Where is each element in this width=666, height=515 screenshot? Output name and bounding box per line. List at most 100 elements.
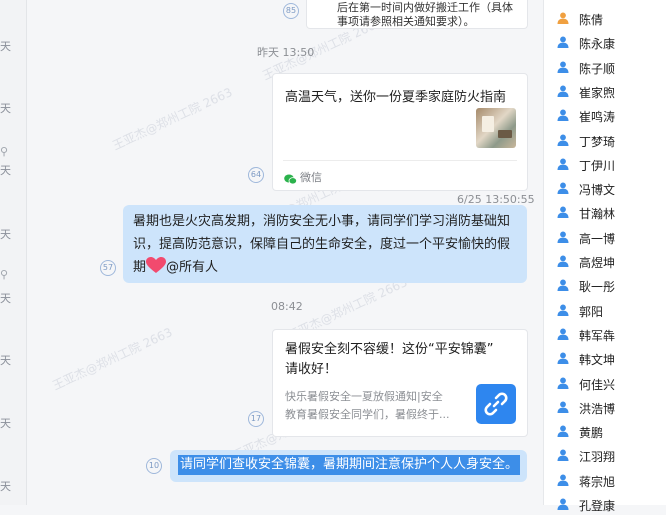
member-name: 孔登康: [579, 499, 616, 513]
card-description: 教育暑假安全同学们，暑假终于...: [285, 408, 450, 421]
user-icon: [557, 498, 569, 510]
member-item[interactable]: 孔登康: [544, 495, 666, 515]
member-name: 韩文坤: [579, 353, 616, 368]
read-count-badge[interactable]: 17: [248, 411, 264, 427]
watermark: 王亚杰@郑州工院 2663: [50, 325, 175, 393]
user-icon: [557, 401, 569, 413]
list-day-label: 天: [0, 292, 11, 305]
chat-panel: 王亚杰@郑州工院 2663 王亚杰@郑州工院 2663 王亚杰@郑州工院 266…: [27, 0, 541, 505]
user-icon: [557, 255, 569, 267]
member-name: 冯博文: [579, 183, 616, 198]
group-member-list: 陈倩陈永康陈子顺崔家煦崔鸣涛丁梦琦丁伊川冯博文甘瀚林高一博高煜坤耿一彤郭阳韩军犇…: [543, 0, 666, 513]
member-name: 高煜坤: [579, 256, 616, 270]
user-icon: [557, 12, 569, 24]
timestamp-divider: 08:42: [271, 300, 303, 313]
user-icon: [557, 449, 569, 462]
member-name: 陈子顺: [579, 61, 616, 76]
member-item[interactable]: 耿一彤: [544, 276, 666, 296]
member-name: 崔家煦: [579, 85, 616, 100]
card-title: 高温天气，送你一份夏季家庭防火指南: [285, 90, 507, 105]
card-source-label: 微信: [300, 171, 322, 184]
member-item[interactable]: 江羽翔: [544, 446, 666, 466]
member-name: 江羽翔: [579, 450, 616, 465]
member-item[interactable]: 陈子顺: [544, 58, 666, 78]
user-icon: [557, 425, 569, 438]
list-day-label: 天: [0, 40, 11, 53]
user-icon: [557, 377, 569, 389]
message-text: 后在第一时间内做好搬迁工作（具体: [337, 1, 513, 14]
read-count-badge[interactable]: 10: [146, 458, 162, 474]
conversation-list-edge: 天 天 ⚲ 天 天 ⚲ 天 天 天 天: [0, 0, 27, 505]
card-title: 请收好！: [285, 362, 338, 377]
member-name: 陈倩: [579, 13, 604, 27]
member-item[interactable]: 高一博: [544, 228, 666, 248]
search-icon: ⚲: [0, 268, 9, 281]
list-day-label: 天: [0, 164, 11, 177]
member-item[interactable]: 冯博文: [544, 179, 666, 199]
user-icon: [557, 231, 569, 243]
member-name: 耿一彤: [579, 280, 616, 295]
member-name: 何佳兴: [579, 377, 616, 392]
read-count-badge[interactable]: 85: [283, 3, 299, 19]
member-item[interactable]: 甘瀚林: [544, 203, 666, 223]
member-item[interactable]: 韩军犇: [544, 325, 666, 345]
user-icon: [557, 109, 569, 122]
user-icon: [557, 134, 569, 146]
read-count-badge[interactable]: 57: [100, 260, 116, 276]
member-item[interactable]: 黄鹏: [544, 422, 666, 442]
member-name: 崔鸣涛: [579, 110, 616, 125]
member-item[interactable]: 郭阳: [544, 301, 666, 321]
user-icon: [557, 206, 569, 219]
member-name: 甘瀚林: [579, 207, 616, 222]
member-item[interactable]: 崔家煦: [544, 82, 666, 102]
user-icon: [557, 158, 569, 170]
member-item[interactable]: 何佳兴: [544, 374, 666, 394]
link-card[interactable]: 暑假安全刻不容缓！这份“平安锦囊” 请收好！ 快乐暑假安全一夏放假通知|安全 教…: [272, 329, 528, 437]
member-item[interactable]: 陈倩: [544, 9, 666, 29]
link-icon: [476, 384, 516, 424]
message-text: 期: [133, 260, 147, 275]
member-item[interactable]: 韩文坤: [544, 349, 666, 369]
user-icon: [557, 328, 569, 340]
card-title: 暑假安全刻不容缓！这份“平安锦囊”: [285, 342, 494, 357]
heart-emoji-icon: [146, 257, 167, 273]
member-name: 郭阳: [579, 304, 604, 319]
message-text: 暑期也是火灾高发期，消防安全无小事，请同学们学习消防基础知: [133, 214, 511, 229]
list-day-label: 天: [0, 480, 11, 493]
user-icon: [557, 474, 569, 486]
member-item[interactable]: 丁梦琦: [544, 131, 666, 151]
mention-all[interactable]: @所有人: [166, 260, 218, 275]
user-icon: [557, 61, 569, 73]
list-day-label: 天: [0, 417, 11, 430]
member-name: 黄鹏: [579, 426, 604, 441]
user-icon: [557, 352, 569, 365]
member-name: 蒋宗旭: [579, 474, 616, 489]
member-item[interactable]: 洪浩博: [544, 398, 666, 418]
member-item[interactable]: 陈永康: [544, 33, 666, 53]
message-card[interactable]: 后在第一时间内做好搬迁工作（具体 事项请参照相关通知要求）。: [306, 0, 528, 29]
list-day-label: 天: [0, 228, 11, 241]
list-day-label: 天: [0, 102, 11, 115]
member-item[interactable]: 蒋宗旭: [544, 471, 666, 491]
timestamp-divider: 昨天 13:50: [257, 46, 315, 59]
user-icon: [557, 304, 569, 316]
user-icon: [557, 85, 569, 97]
card-description: 快乐暑假安全一夏放假通知|安全: [285, 390, 443, 403]
wechat-icon: [284, 170, 297, 185]
member-name: 丁梦琦: [579, 134, 616, 149]
member-item[interactable]: 崔鸣涛: [544, 106, 666, 126]
wechat-article-card[interactable]: 高温天气，送你一份夏季家庭防火指南 微信: [272, 73, 528, 191]
read-count-badge[interactable]: 64: [248, 167, 264, 183]
member-item[interactable]: 丁伊川: [544, 155, 666, 175]
user-icon: [557, 182, 569, 195]
message-bubble[interactable]: 请同学们查收安全锦囊，暑期期间注意保护个人人身安全。: [170, 450, 527, 482]
user-icon: [557, 36, 569, 49]
member-name: 陈永康: [579, 37, 616, 52]
message-bubble[interactable]: 暑期也是火灾高发期，消防安全无小事，请同学们学习消防基础知 识，提高防范意识，保…: [123, 205, 527, 283]
card-divider: [283, 160, 517, 161]
member-name: 高一博: [579, 231, 616, 246]
message-text: 识，提高防范意识，保障自己的生命安全，度过一个平安愉快的假: [133, 237, 511, 252]
message-text: 事项请参照相关通知要求）。: [337, 15, 475, 28]
user-icon: [557, 279, 569, 292]
member-item[interactable]: 高煜坤: [544, 252, 666, 272]
